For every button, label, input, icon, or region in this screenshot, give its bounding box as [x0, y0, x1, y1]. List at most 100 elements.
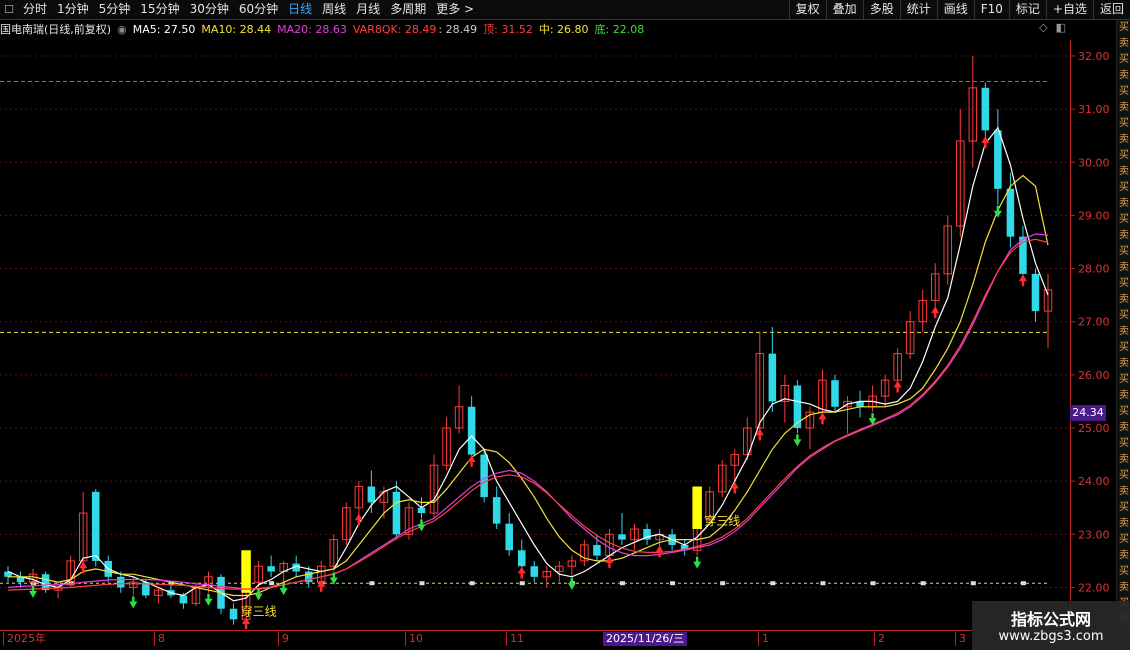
action-button-3[interactable]: 统计 [899, 0, 937, 19]
candle-body [831, 380, 839, 407]
period-tab-7[interactable]: 周线 [317, 0, 351, 19]
price-axis-label: 29.00 [1078, 209, 1110, 222]
side-label: 买 [1119, 310, 1129, 321]
cursor-price-tag: 24.34 [1070, 405, 1106, 421]
side-label: 买 [1119, 438, 1129, 449]
bottom-level-marker [619, 581, 625, 586]
action-button-8[interactable]: 返回 [1092, 0, 1130, 19]
ma-line-ma10 [8, 174, 1049, 597]
buy-arrow-icon [931, 306, 940, 319]
period-tab-4[interactable]: 30分钟 [185, 0, 234, 19]
side-label: 卖 [1119, 358, 1129, 369]
date-axis: 3 2 1 11 10 9 8 2025年 2025/11/26/三 [0, 630, 1070, 647]
info-circle-icon[interactable]: ◉ [117, 23, 127, 36]
side-label: 买 [1119, 566, 1129, 577]
side-label: 卖 [1119, 422, 1129, 433]
period-tab-5[interactable]: 60分钟 [234, 0, 283, 19]
period-tab-3[interactable]: 15分钟 [135, 0, 184, 19]
candle-body [1006, 188, 1015, 237]
candle-body [41, 574, 50, 591]
price-axis-ticks: 32.00 31.00 30.00 29.00 28.00 27.00 26.00 25.00… [1071, 50, 1110, 594]
candle-body [768, 353, 777, 402]
action-button-6[interactable]: 标记 [1008, 0, 1046, 19]
price-axis: 32.00 31.00 30.00 29.00 28.00 27.00 26.00 25.00… [1070, 40, 1116, 630]
price-axis-label: 25.00 [1078, 422, 1110, 435]
chart-controls: ◇ ◧ [1039, 21, 1066, 34]
date-tick-label: 1 [758, 632, 769, 646]
signal-side-strip: 买卖买卖买卖买卖买卖买卖买卖买卖买卖买卖买卖买卖买卖买卖买卖买卖买卖买卖买卖 [1116, 20, 1130, 630]
period-tab-6[interactable]: 日线 [283, 0, 317, 19]
action-button-1[interactable]: 叠加 [825, 0, 863, 19]
bottom-level-marker [419, 581, 425, 586]
diamond-icon[interactable]: ◇ [1039, 21, 1047, 34]
candle-body [117, 576, 125, 588]
period-tab-9[interactable]: 多周期 [385, 0, 431, 19]
action-button-7[interactable]: +自选 [1045, 0, 1093, 19]
action-button-0[interactable]: 复权 [788, 0, 826, 19]
period-tab-10[interactable]: 更多 > [431, 0, 479, 19]
side-label: 买 [1119, 406, 1129, 417]
period-tabs: ☐ 分时 1分钟 5分钟 15分钟 30分钟 60分钟 日线 周线 月线 多周期 更多 > [0, 0, 479, 19]
watermark: 指标公式网 www.zbgs3.com [972, 601, 1130, 650]
candle-body [480, 454, 488, 498]
side-label: 卖 [1119, 326, 1129, 337]
price-axis-label: 32.00 [1078, 50, 1110, 63]
bottom-level-marker [870, 581, 876, 586]
candle-body [467, 406, 476, 455]
side-label: 卖 [1119, 102, 1129, 113]
stock-title: 国电南瑞(日线,前复权) [0, 23, 112, 36]
signal-bar [241, 550, 251, 593]
date-tick-label: 8 [154, 632, 165, 646]
bottom-level-marker [720, 581, 726, 586]
buy-arrow-icon [981, 135, 990, 148]
top-value: 顶: 31.52 [483, 23, 533, 36]
toolbar: ☐ 分时 1分钟 5分钟 15分钟 30分钟 60分钟 日线 周线 月线 多周期 更多 > 复权 叠加… [0, 0, 1130, 20]
date-tick-label: 2025年 [3, 632, 46, 646]
kline-chart[interactable]: 穿三线穿三线 [0, 40, 1070, 630]
buy-arrow-icon [242, 617, 251, 630]
sell-arrow-icon [254, 588, 263, 601]
side-label: 买 [1119, 150, 1129, 161]
candle-body [179, 595, 188, 604]
window-toggle-icon[interactable]: ◧ [1056, 21, 1066, 34]
var-value-2: : 28.49 [438, 22, 478, 36]
side-label: 买 [1119, 118, 1129, 129]
sell-arrow-icon [693, 556, 702, 569]
side-label: 卖 [1119, 198, 1129, 209]
action-button-4[interactable]: 画线 [936, 0, 974, 19]
bottom-level-marker [920, 581, 926, 586]
price-axis-label: 31.00 [1078, 103, 1110, 116]
watermark-url: www.zbgs3.com [998, 629, 1104, 644]
action-buttons: 复权 叠加 多股 统计 画线 F10 标记 +自选 返回 [788, 0, 1130, 19]
candle-body [392, 491, 401, 535]
period-tab-8[interactable]: 月线 [351, 0, 385, 19]
action-button-2[interactable]: 多股 [862, 0, 900, 19]
sell-arrow-icon [567, 577, 576, 590]
candle-body [492, 497, 501, 524]
side-label: 卖 [1119, 454, 1129, 465]
buy-arrow-icon [517, 566, 526, 579]
action-button-5[interactable]: F10 [973, 0, 1009, 19]
price-axis-label: 28.00 [1078, 263, 1110, 276]
candle-body [91, 491, 100, 561]
price-axis-label: 27.00 [1078, 316, 1110, 329]
side-label: 卖 [1119, 134, 1129, 145]
side-label: 卖 [1119, 294, 1129, 305]
price-axis-label: 22.00 [1078, 581, 1110, 594]
signal-bar [692, 486, 702, 530]
period-tab-0[interactable]: 分时 [18, 0, 52, 19]
ma-line-ma20 [7, 233, 1049, 590]
menu-icon[interactable]: ☐ [0, 0, 18, 19]
period-tab-2[interactable]: 5分钟 [94, 0, 136, 19]
price-axis-label: 23.00 [1078, 528, 1110, 541]
period-tab-1[interactable]: 1分钟 [52, 0, 94, 19]
bottom-level-marker [519, 581, 525, 586]
ma10-value: MA10: 28.44 [201, 22, 272, 36]
period-list: 分时 1分钟 5分钟 15分钟 30分钟 60分钟 日线 周线 月线 多周期 更多 > [18, 0, 479, 19]
buy-arrow-icon [730, 481, 739, 494]
side-label: 买 [1119, 22, 1129, 33]
watermark-title: 指标公式网 [1010, 610, 1091, 629]
candle-body [517, 550, 526, 567]
candle-body [530, 566, 539, 577]
ma-line-ma5 [7, 126, 1049, 602]
